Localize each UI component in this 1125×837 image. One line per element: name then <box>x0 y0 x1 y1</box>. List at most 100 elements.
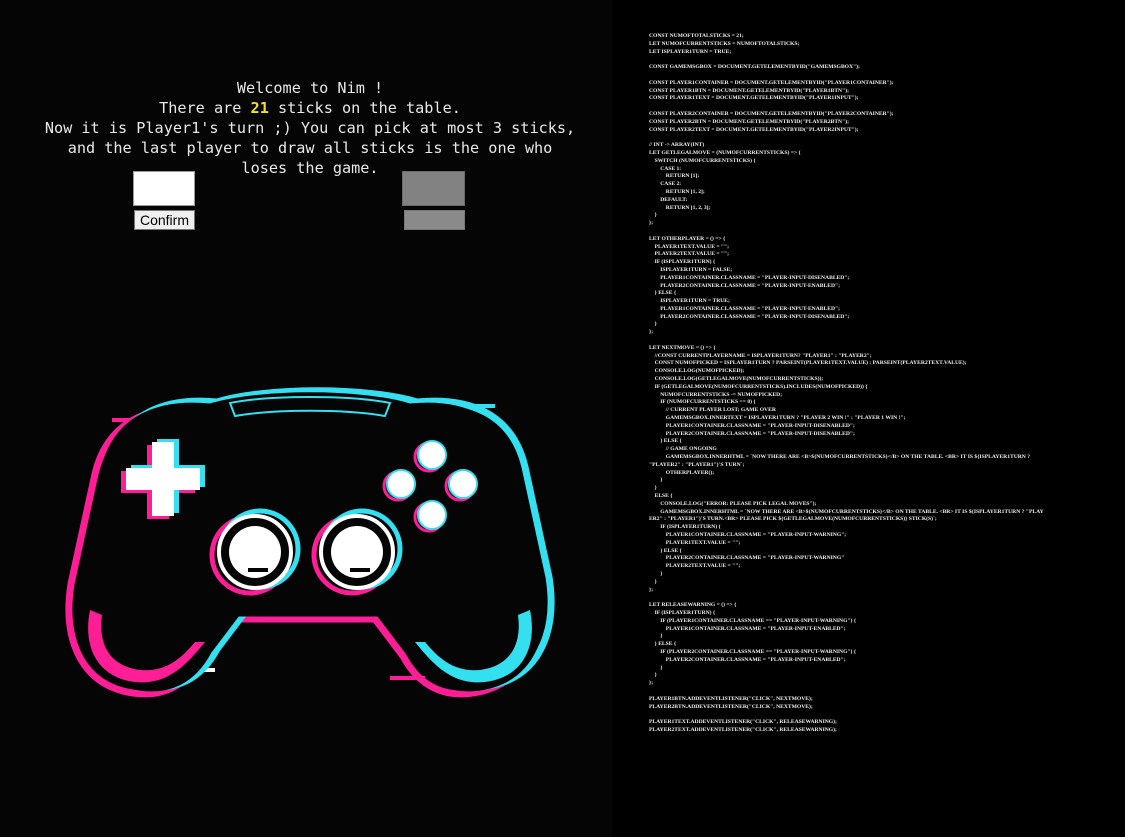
code-line: PLAYER1CONTAINER.CLASSNAME = "PLAYER-INP… <box>649 422 855 429</box>
source-code: CONST NUMOFTOTALSTICKS = 21; LET NUMOFCUR… <box>612 0 1125 735</box>
code-line: IF (ISPLAYER1TURN) { <box>649 259 716 266</box>
code-line: PLAYER1TEXT.VALUE = ""; <box>649 243 730 250</box>
game-message-box: Welcome to Nim ! There are 21 sticks on … <box>0 78 612 178</box>
code-line: PLAYER1BTN.ADDEVENTLISTENER("CLICK", NEX… <box>649 695 813 702</box>
code-line: } <box>649 633 663 640</box>
code-line: PLAYER2CONTAINER.CLASSNAME = "PLAYER-INP… <box>649 430 855 437</box>
code-line: IF (ISPLAYER1TURN) { <box>649 609 716 616</box>
code-line: PLAYER2TEXT.VALUE = ""; <box>649 251 730 258</box>
code-line: }; <box>649 586 654 593</box>
player2-confirm-button[interactable]: Confirm <box>404 210 465 230</box>
code-line: }; <box>649 329 654 336</box>
code-line: LET GETLEGALMOVE = (NUMOFCURRENTSTICKS) … <box>649 149 801 156</box>
code-line: PLAYER1CONTAINER.CLASSNAME = "PLAYER-INP… <box>649 532 847 538</box>
code-line: PLAYER2CONTAINER.CLASSNAME = "PLAYER-INP… <box>649 555 845 562</box>
code-line: CONST PLAYER2CONTAINER = DOCUMENT.GETELE… <box>649 110 894 117</box>
code-line: } ELSE { <box>649 290 677 297</box>
code-line: ISPLAYER1TURN = FALSE; <box>649 266 733 273</box>
code-line: IF (NUMOFCURRENTSTICKS == 0) { <box>649 399 756 406</box>
code-line: CONSOLE.LOG(GETLEGALMOVE(NUMOFCURRENTSTI… <box>649 376 824 383</box>
code-line: CONST GAMEMSGBOX = DOCUMENT.GETELEMENTBY… <box>649 64 860 71</box>
code-line: IF (PLAYER1CONTAINER.CLASSNAME == "PLAYE… <box>649 617 857 624</box>
code-line: GAMEMSGBOX.INNERHTML = `NOW THERE ARE <B… <box>649 454 1031 461</box>
code-line: PLAYER2CONTAINER.CLASSNAME = "PLAYER-INP… <box>649 313 850 320</box>
sticks-suffix: sticks on the table. <box>268 99 461 117</box>
game-panel: Welcome to Nim ! There are 21 sticks on … <box>0 0 612 837</box>
player1-confirm-button[interactable]: Confirm <box>134 210 195 230</box>
code-line: PLAYER1CONTAINER.CLASSNAME = "PLAYER-INP… <box>649 305 840 312</box>
controller-body <box>69 391 551 694</box>
code-line: PLAYER2TEXT.VALUE = ""; <box>649 563 741 570</box>
code-line: CASE 1: <box>649 165 682 172</box>
sticks-prefix: There are <box>159 99 251 117</box>
code-line: } <box>649 477 663 484</box>
code-line: PLAYER1TEXT.VALUE = ""; <box>649 539 741 546</box>
code-line: CONST PLAYER1CONTAINER = DOCUMENT.GETELE… <box>649 79 894 86</box>
code-line: } <box>649 321 657 328</box>
code-line: PLAYER1TEXT.ADDEVENTLISTENER("CLICK", RE… <box>649 719 837 726</box>
code-line: IF (GETLEGALMOVE(NUMOFCURRENTSTICKS).INC… <box>649 383 868 390</box>
code-line: PLAYER2CONTAINER.CLASSNAME = "PLAYER-INP… <box>649 282 840 289</box>
code-line: CONST PLAYER2BTN = DOCUMENT.GETELEMENTBY… <box>649 118 849 125</box>
code-line: "PLAYER2" : "PLAYER1"}'S TURN`; <box>649 461 745 468</box>
code-line: }; <box>649 680 654 687</box>
code-line: // GAME ONGOING <box>649 446 717 453</box>
code-line: } ELSE { <box>649 547 682 554</box>
code-line: PLAYER2CONTAINER.CLASSNAME = "PLAYER-INP… <box>649 656 846 663</box>
code-line: IF (PLAYER2CONTAINER.CLASSNAME == "PLAYE… <box>649 648 857 655</box>
code-line: OTHERPLAYER(); <box>649 469 715 476</box>
sticks-line: There are 21 sticks on the table. <box>0 98 612 118</box>
code-line: } ELSE { <box>649 438 682 445</box>
code-line: LET ISPLAYER1TURN = TRUE; <box>649 48 732 55</box>
code-panel: CONST NUMOFTOTALSTICKS = 21; LET NUMOFCUR… <box>612 0 1125 837</box>
code-line: PLAYER1CONTAINER.CLASSNAME = "PLAYER-INP… <box>649 625 846 632</box>
code-line: CASE 2: <box>649 181 682 188</box>
code-line: SWITCH (NUMOFCURRENTSTICKS) { <box>649 157 756 164</box>
code-line: ISPLAYER1TURN = TRUE; <box>649 298 730 305</box>
code-line: // INT -> ARRAY(INT) <box>649 142 705 149</box>
code-line: PLAYER1CONTAINER.CLASSNAME = "PLAYER-INP… <box>649 274 850 281</box>
player1-input[interactable] <box>133 171 195 206</box>
code-line: LET RELEASEWARNING = () => { <box>649 602 737 609</box>
code-line: LET OTHERPLAYER = () => { <box>649 235 726 242</box>
code-line: CONST PLAYER2TEXT = DOCUMENT.GETELEMENTB… <box>649 126 859 133</box>
code-line: GAMEMSGBOX.INNERTEXT = ISPLAYER1TURN ? "… <box>649 415 906 422</box>
code-line: LET NEXTMOVE = () => { <box>649 344 716 351</box>
code-line: DEFAULT: <box>649 196 688 203</box>
code-line: CONSOLE.LOG(NUMOFPICKED); <box>649 368 745 375</box>
code-line: // CURRENT PLAYER LOST; GAME OVER <box>649 407 776 414</box>
code-line: }; <box>649 220 654 227</box>
code-line: RETURN [1, 2]; <box>649 188 705 195</box>
code-line: PLAYER2BTN.ADDEVENTLISTENER("CLICK", NEX… <box>649 703 813 710</box>
code-line: CONST PLAYER1TEXT = DOCUMENT.GETELEMENTB… <box>649 95 859 102</box>
turn-line: Now it is Player1's turn ;) You can pick… <box>44 119 576 137</box>
code-line: CONST NUMOFTOTALSTICKS = 21; <box>649 33 744 39</box>
stick-count: 21 <box>250 99 269 117</box>
gamepad-controller-illustration <box>60 360 560 720</box>
code-line: } <box>649 570 663 577</box>
code-line: IF (ISPLAYER1TURN) { <box>649 524 721 531</box>
welcome-line: Welcome to Nim ! <box>236 79 384 97</box>
code-line: } ELSE { <box>649 641 677 648</box>
code-line: CONSOLE.LOG("ERROR: PLEASE PICK LEGAL MO… <box>649 500 817 507</box>
code-line: PLAYER2TEXT.ADDEVENTLISTENER("CLICK", RE… <box>649 726 837 733</box>
code-line: RETURN [1]; <box>649 173 700 180</box>
code-line: } <box>649 212 657 219</box>
player2-input[interactable] <box>402 171 465 206</box>
rule-line-end: loses the game. <box>241 159 379 177</box>
code-line: } <box>649 578 657 585</box>
code-line: } <box>649 485 657 492</box>
code-line: ELSE { <box>649 493 673 500</box>
code-line: LET NUMOFCURRENTSTICKS = NUMOFTOTALSTICK… <box>649 40 800 47</box>
code-line: } <box>649 672 657 679</box>
rule-line: and the last player to draw all sticks i… <box>67 139 553 157</box>
code-line: RETURN [1, 2, 3]; <box>649 204 711 211</box>
